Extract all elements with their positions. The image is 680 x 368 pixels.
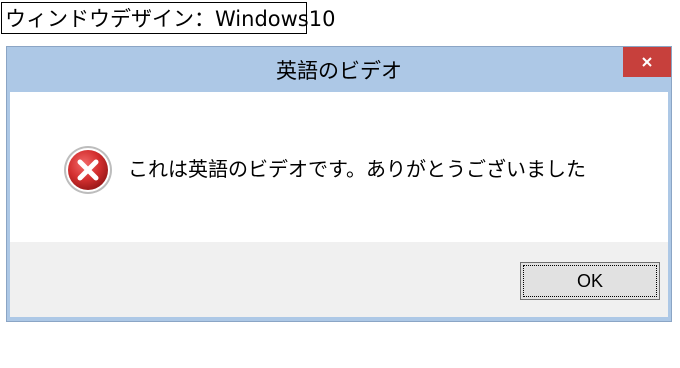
close-button[interactable] <box>623 47 671 77</box>
message-area: これは英語のビデオです。ありがとうございました <box>10 92 668 242</box>
button-area: OK <box>10 242 668 317</box>
dialog-title: 英語のビデオ <box>276 59 402 83</box>
close-icon <box>640 55 654 69</box>
ok-button-label: OK <box>523 265 657 297</box>
error-dialog: 英語のビデオ これは英語のビデオです。ありがとうございました OK <box>6 46 672 322</box>
ok-button[interactable]: OK <box>520 262 660 300</box>
message-text: これは英語のビデオです。ありがとうございました <box>128 157 586 181</box>
error-icon <box>62 144 114 196</box>
title-bar[interactable]: 英語のビデオ <box>7 47 671 91</box>
caption-label: ウィンドウデザイン：Windows10 <box>1 2 335 34</box>
dialog-body: これは英語のビデオです。ありがとうございました OK <box>10 92 668 317</box>
